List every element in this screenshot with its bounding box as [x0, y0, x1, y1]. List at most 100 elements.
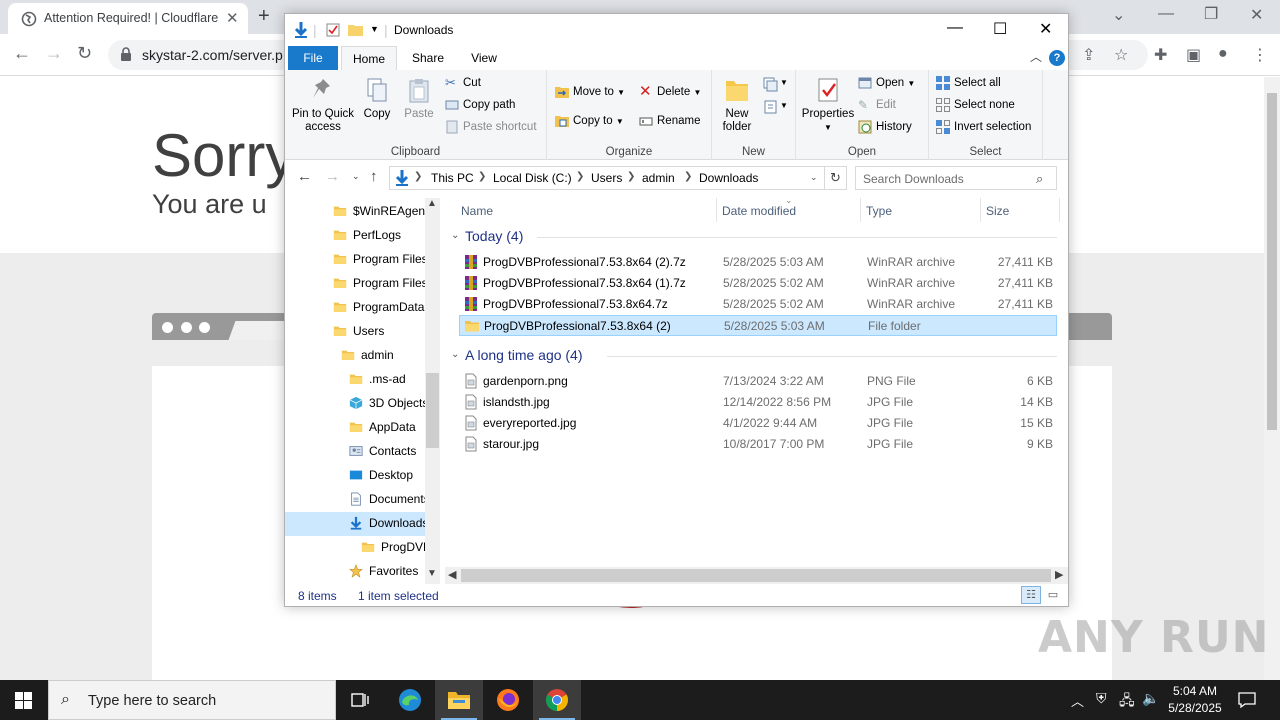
- chevron-up-icon[interactable]: ︿: [1030, 48, 1042, 65]
- tab-file[interactable]: File: [288, 46, 338, 70]
- new-folder-qat-icon[interactable]: [348, 23, 363, 36]
- file-row[interactable]: gardenporn.png 7/13/2024 3:22 AM PNG File 6…: [459, 371, 1057, 392]
- security-tray-icon[interactable]: ⛨: [1096, 690, 1107, 707]
- copy-path-button[interactable]: Copy path: [445, 96, 515, 114]
- file-row[interactable]: starour.jpg 10/8/2017 7:00 PM JPG File 9 KB: [459, 434, 1057, 455]
- breadcrumb-separator-icon[interactable]: ❯: [414, 171, 422, 182]
- taskbar-search-input[interactable]: ⌕ Type here to search: [48, 680, 336, 720]
- breadcrumb-local-disk[interactable]: Local Disk (C:): [493, 171, 572, 185]
- group-collapse-chevron-icon[interactable]: ⌄: [451, 349, 459, 360]
- column-type[interactable]: Type: [866, 204, 892, 218]
- column-divider[interactable]: [716, 198, 717, 222]
- tab-home[interactable]: Home: [341, 46, 397, 70]
- scroll-right-icon[interactable]: ▶: [1055, 568, 1063, 581]
- search-input[interactable]: Search Downloads ⌕: [855, 166, 1057, 190]
- network-icon[interactable]: 🖧: [1119, 690, 1135, 714]
- scrollbar-thumb[interactable]: [461, 569, 1051, 582]
- properties-check-icon[interactable]: [326, 23, 340, 37]
- start-button[interactable]: [0, 680, 48, 720]
- file-row[interactable]: ProgDVBProfessional7.53.8x64 (1).7z 5/28/…: [459, 273, 1057, 294]
- minimize-icon[interactable]: —: [1158, 5, 1174, 23]
- delete-button[interactable]: ✕ Delete ▼: [639, 83, 701, 101]
- up-arrow-icon[interactable]: ↑: [370, 168, 378, 185]
- scroll-down-icon[interactable]: ▼: [427, 568, 437, 579]
- select-all-button[interactable]: Select all: [936, 74, 1001, 92]
- path-bar[interactable]: ❯ This PC ❯ Local Disk (C:) ❯ Users ❯ ad…: [389, 166, 825, 190]
- group-collapse-chevron-icon[interactable]: ⌄: [451, 230, 459, 241]
- paste-shortcut-button[interactable]: Paste shortcut: [445, 118, 537, 136]
- new-item-icon[interactable]: [762, 76, 780, 92]
- column-name[interactable]: Name: [461, 204, 493, 218]
- side-panel-icon[interactable]: ▣: [1186, 45, 1201, 65]
- rename-button[interactable]: Rename: [639, 112, 700, 130]
- large-icons-view-icon[interactable]: ▭: [1043, 586, 1063, 604]
- breadcrumb-users[interactable]: Users: [591, 171, 622, 185]
- scroll-up-icon[interactable]: ▲: [427, 198, 437, 209]
- file-row[interactable]: everyreported.jpg 4/1/2022 9:44 AM JPG Fil…: [459, 413, 1057, 434]
- details-view-icon[interactable]: ☷: [1021, 586, 1041, 604]
- restore-icon[interactable]: ❐: [1204, 4, 1218, 24]
- refresh-icon[interactable]: ↻: [825, 166, 847, 190]
- paste-button[interactable]: Paste: [401, 76, 437, 121]
- forward-icon[interactable]: →: [45, 43, 63, 64]
- history-button[interactable]: History: [858, 118, 912, 136]
- tray-chevron-icon[interactable]: ︿: [1071, 691, 1084, 710]
- file-row[interactable]: ProgDVBProfessional7.53.8x64 (2) 5/28/202…: [459, 315, 1057, 336]
- copy-to-button[interactable]: Copy to ▼: [555, 112, 624, 130]
- breadcrumb-this-pc[interactable]: This PC: [431, 171, 474, 185]
- group-header[interactable]: Today (4): [465, 228, 523, 244]
- breadcrumb-separator-icon[interactable]: ❯: [576, 171, 584, 182]
- scrollbar-thumb[interactable]: [426, 373, 439, 448]
- scrollbar-thumb[interactable]: [1267, 93, 1277, 430]
- dropdown-arrow-icon[interactable]: ▼: [780, 78, 788, 87]
- forward-arrow-icon[interactable]: →: [325, 168, 340, 185]
- close-icon[interactable]: ✕: [1250, 5, 1263, 25]
- share-icon[interactable]: ⇪: [1082, 45, 1095, 65]
- system-clock[interactable]: 5:04 AM 5/28/2025: [1150, 683, 1240, 717]
- tab-share[interactable]: Share: [405, 46, 451, 70]
- breadcrumb-downloads[interactable]: Downloads: [699, 171, 758, 185]
- firefox-taskbar-button[interactable]: [484, 680, 532, 720]
- scroll-left-icon[interactable]: ◀: [448, 568, 456, 581]
- maximize-icon[interactable]: ☐: [993, 19, 1007, 39]
- open-button[interactable]: Open ▼: [858, 74, 915, 92]
- back-arrow-icon[interactable]: ←: [297, 168, 312, 185]
- notifications-icon[interactable]: [1238, 691, 1256, 709]
- dropdown-arrow-icon[interactable]: ▼: [780, 101, 788, 110]
- new-tab-icon[interactable]: +: [258, 5, 270, 28]
- pin-quick-access-button[interactable]: Pin to Quick access: [291, 76, 355, 134]
- new-folder-button[interactable]: New folder: [716, 76, 758, 134]
- back-icon[interactable]: ←: [13, 43, 31, 64]
- edit-button[interactable]: ✎ Edit: [858, 96, 896, 114]
- column-divider[interactable]: [1059, 198, 1060, 222]
- properties-button[interactable]: Properties ▼: [800, 76, 856, 134]
- column-date-modified[interactable]: Date modified: [722, 204, 796, 218]
- nav-scrollbar[interactable]: ▲ ▼: [425, 198, 440, 584]
- close-icon[interactable]: ✕: [1039, 19, 1052, 39]
- minimize-icon[interactable]: —: [947, 19, 963, 37]
- edge-taskbar-button[interactable]: [386, 680, 434, 720]
- qat-dropdown-icon[interactable]: ▼: [370, 24, 379, 34]
- horizontal-scrollbar[interactable]: ◀ ▶: [445, 567, 1068, 584]
- tab-close-icon[interactable]: ✕: [226, 9, 239, 27]
- tab-search-chevron-icon[interactable]: ⌄: [1112, 5, 1125, 25]
- extensions-icon[interactable]: ✚: [1154, 45, 1167, 65]
- bookmark-star-icon[interactable]: ☆: [1114, 45, 1128, 65]
- help-icon[interactable]: ?: [1049, 50, 1065, 66]
- move-to-button[interactable]: Move to ▼: [555, 83, 625, 101]
- profile-avatar-icon[interactable]: ●: [1218, 45, 1228, 63]
- column-divider[interactable]: [980, 198, 981, 222]
- breadcrumb-admin[interactable]: admin: [642, 171, 675, 185]
- file-row[interactable]: ProgDVBProfessional7.53.8x64.7z 5/28/2025…: [459, 294, 1057, 315]
- path-dropdown-chevron-icon[interactable]: ⌄: [810, 172, 818, 183]
- chrome-taskbar-button[interactable]: [533, 680, 581, 720]
- menu-kebab-icon[interactable]: ⋮: [1252, 45, 1268, 65]
- file-row[interactable]: islandsth.jpg 12/14/2022 8:56 PM JPG File 1…: [459, 392, 1057, 413]
- breadcrumb-separator-icon[interactable]: ❯: [684, 171, 692, 182]
- breadcrumb-separator-icon[interactable]: ❯: [478, 171, 486, 182]
- file-row[interactable]: ProgDVBProfessional7.53.8x64 (2).7z 5/28/…: [459, 252, 1057, 273]
- tab-view[interactable]: View: [461, 46, 507, 70]
- browser-scrollbar[interactable]: [1264, 77, 1280, 680]
- cut-button[interactable]: ✂ Cut: [445, 74, 481, 92]
- select-none-button[interactable]: Select none: [936, 96, 1015, 114]
